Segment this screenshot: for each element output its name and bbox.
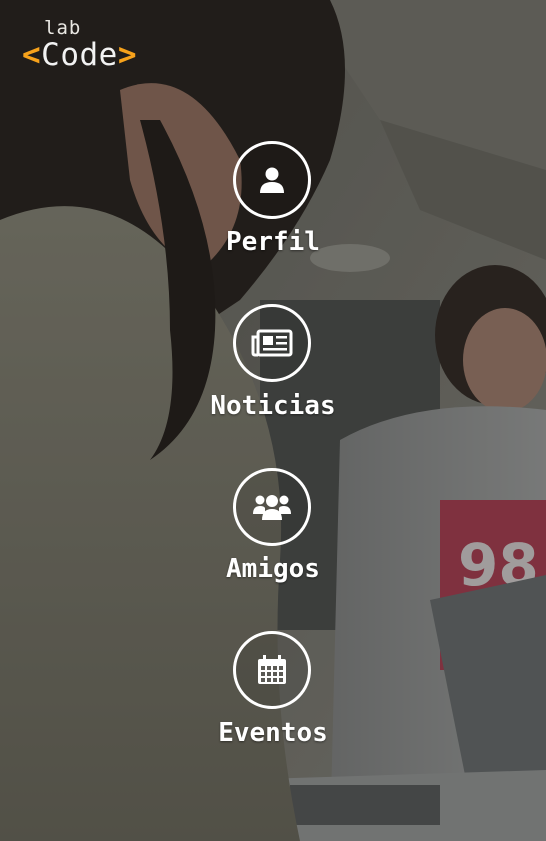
newspaper-icon: [251, 329, 293, 357]
menu-item-label: Eventos: [218, 718, 328, 748]
menu-item-label: Noticias: [210, 391, 336, 421]
users-icon: [253, 495, 291, 520]
menu-item-amigos[interactable]: Amigos: [0, 468, 546, 608]
perfil-icon-circle[interactable]: [233, 141, 311, 219]
menu-item-perfil[interactable]: Perfil: [0, 141, 546, 281]
amigos-icon-circle[interactable]: [233, 468, 311, 546]
eventos-icon-circle[interactable]: [233, 631, 311, 709]
main-menu: Perfil Noticias Amigos Eventos: [0, 0, 546, 841]
noticias-icon-circle[interactable]: [233, 304, 311, 382]
menu-item-label: Amigos: [226, 554, 320, 584]
calendar-icon: [258, 655, 286, 684]
menu-item-label: Perfil: [226, 227, 320, 257]
user-icon: [260, 167, 284, 193]
menu-item-eventos[interactable]: Eventos: [0, 631, 546, 771]
menu-item-noticias[interactable]: Noticias: [0, 304, 546, 444]
